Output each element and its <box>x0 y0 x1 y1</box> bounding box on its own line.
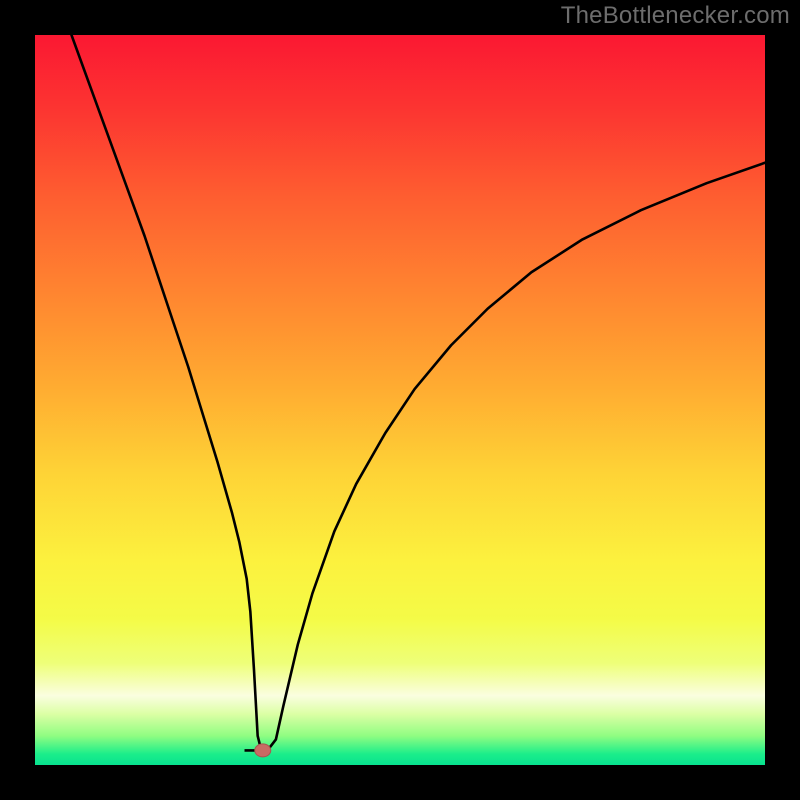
optimal-point-marker <box>255 744 271 757</box>
plot-area <box>35 35 765 765</box>
gradient-background <box>35 35 765 765</box>
attribution-label: TheBottlenecker.com <box>561 2 790 30</box>
chart-frame: TheBottlenecker.com <box>0 0 800 800</box>
bottleneck-chart <box>35 35 765 765</box>
